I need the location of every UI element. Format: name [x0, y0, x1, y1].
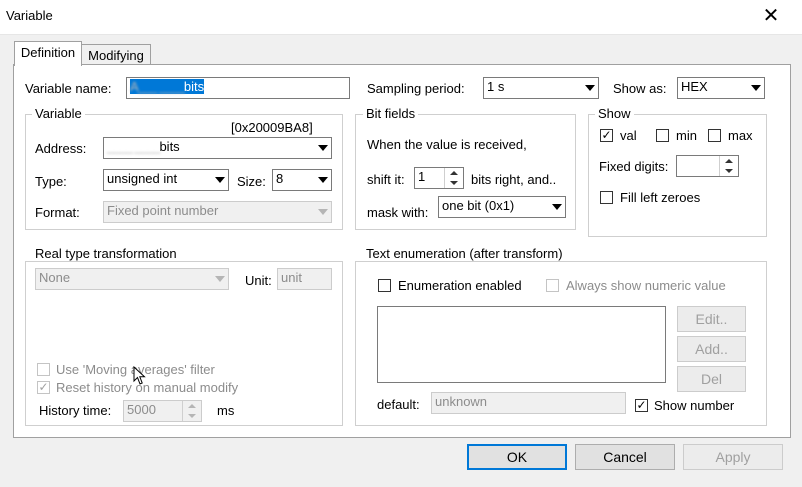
- show-as-select[interactable]: HEX: [677, 77, 765, 99]
- tab-modifying[interactable]: Modifying: [81, 44, 151, 66]
- show-group-label: Show: [595, 107, 634, 121]
- fixed-digits-label: Fixed digits:: [599, 159, 669, 174]
- chevron-down-icon[interactable]: [210, 170, 228, 190]
- enum-enabled-label: Enumeration enabled: [398, 278, 522, 293]
- show-number-label: Show number: [654, 398, 735, 413]
- variable-name-label: Variable name:: [25, 81, 112, 96]
- spinner-arrows-icon[interactable]: [719, 156, 738, 176]
- size-select[interactable]: 8: [272, 169, 332, 191]
- address-label: Address:: [35, 141, 87, 156]
- sampling-period-value: 1 s: [487, 79, 505, 94]
- window-title: Variable: [6, 8, 53, 23]
- chevron-down-icon[interactable]: [313, 138, 331, 158]
- show-number-checkbox[interactable]: ✓: [635, 399, 648, 412]
- type-value: unsigned int: [107, 171, 178, 186]
- max-label: max: [728, 128, 753, 143]
- default-label: default:: [377, 397, 420, 412]
- variable-name-suffix: bits: [183, 79, 205, 94]
- address-redacted: ____ ____: [107, 139, 160, 154]
- format-select: Fixed point number: [103, 201, 332, 223]
- chevron-down-icon[interactable]: [746, 78, 764, 98]
- val-checkbox[interactable]: ✓: [600, 129, 613, 142]
- fill-zeroes-checkbox[interactable]: [600, 191, 613, 204]
- type-label: Type:: [35, 174, 67, 189]
- add-button: Add..: [677, 336, 746, 362]
- apply-button: Apply: [683, 444, 783, 470]
- shift-spinner[interactable]: 1: [414, 167, 464, 189]
- fixed-digits-spinner[interactable]: [676, 155, 739, 177]
- moving-avg-checkbox: [37, 363, 50, 376]
- max-checkbox[interactable]: [708, 129, 721, 142]
- chevron-down-icon: [313, 202, 331, 222]
- chevron-down-icon[interactable]: [580, 78, 598, 98]
- show-as-value: HEX: [681, 79, 708, 94]
- edit-button: Edit..: [677, 306, 746, 332]
- bitfields-group-label: Bit fields: [363, 107, 419, 121]
- shift-label: shift it:: [367, 172, 405, 187]
- text-enum-group-label: Text enumeration (after transform): [363, 247, 566, 261]
- chevron-down-icon: [210, 269, 228, 289]
- format-label: Format:: [35, 205, 80, 220]
- reset-history-label: Reset history on manual modify: [56, 380, 239, 395]
- real-type-value: None: [39, 270, 71, 285]
- real-type-group-label: Real type transformation: [32, 247, 180, 261]
- mask-select[interactable]: one bit (0x1): [438, 196, 566, 218]
- min-checkbox[interactable]: [656, 129, 669, 142]
- del-button: Del: [677, 366, 746, 392]
- close-icon[interactable]: ✕: [760, 4, 782, 28]
- variable-name-input[interactable]: A___ ____bits: [126, 77, 350, 99]
- sampling-period-select[interactable]: 1 s: [483, 77, 599, 99]
- mask-label: mask with:: [367, 205, 429, 220]
- ok-button[interactable]: OK: [467, 444, 567, 470]
- cancel-button[interactable]: Cancel: [575, 444, 675, 470]
- address-suffix: bits: [159, 139, 180, 154]
- mouse-cursor-icon: [133, 366, 146, 385]
- chevron-down-icon[interactable]: [313, 170, 331, 190]
- default-input: unknown: [431, 392, 626, 414]
- format-value: Fixed point number: [107, 203, 219, 218]
- variable-name-selection: A___ ____bits: [130, 79, 205, 94]
- real-type-select: None: [35, 268, 229, 290]
- variable-group-label: Variable: [32, 107, 85, 121]
- enum-list[interactable]: [377, 306, 666, 383]
- address-select[interactable]: ____ ____bits: [103, 137, 332, 159]
- spinner-arrows-icon: [182, 401, 201, 421]
- mask-value: one bit (0x1): [442, 198, 515, 213]
- size-value: 8: [276, 171, 284, 186]
- type-select[interactable]: unsigned int: [103, 169, 229, 191]
- variable-name-redacted: A___ ____: [130, 79, 185, 94]
- val-label: val: [620, 128, 637, 143]
- history-time-spinner: 5000: [123, 400, 202, 422]
- always-numeric-checkbox: [546, 279, 559, 292]
- show-as-label: Show as:: [613, 81, 667, 96]
- size-label: Size:: [237, 174, 266, 189]
- enum-enabled-checkbox[interactable]: [378, 279, 391, 292]
- bitfields-info: When the value is received,: [367, 137, 527, 152]
- tab-definition[interactable]: Definition: [14, 41, 82, 66]
- shift-value: 1: [418, 169, 426, 184]
- unit-label: Unit:: [245, 273, 272, 288]
- chevron-down-icon[interactable]: [547, 197, 565, 217]
- variable-address-hex: [0x20009BA8]: [231, 120, 313, 135]
- history-time-unit: ms: [217, 403, 235, 418]
- title-bar: [0, 0, 802, 35]
- spinner-arrows-icon[interactable]: [444, 168, 463, 188]
- reset-history-checkbox: ✓: [37, 380, 50, 394]
- sampling-period-label: Sampling period:: [367, 81, 465, 96]
- shift-suffix: bits right, and..: [471, 172, 557, 187]
- always-numeric-label: Always show numeric value: [566, 278, 726, 293]
- fill-zeroes-label: Fill left zeroes: [620, 190, 701, 205]
- unit-input: unit: [277, 268, 332, 290]
- history-time-label: History time:: [39, 403, 112, 418]
- history-time-value: 5000: [127, 402, 156, 417]
- min-label: min: [676, 128, 697, 143]
